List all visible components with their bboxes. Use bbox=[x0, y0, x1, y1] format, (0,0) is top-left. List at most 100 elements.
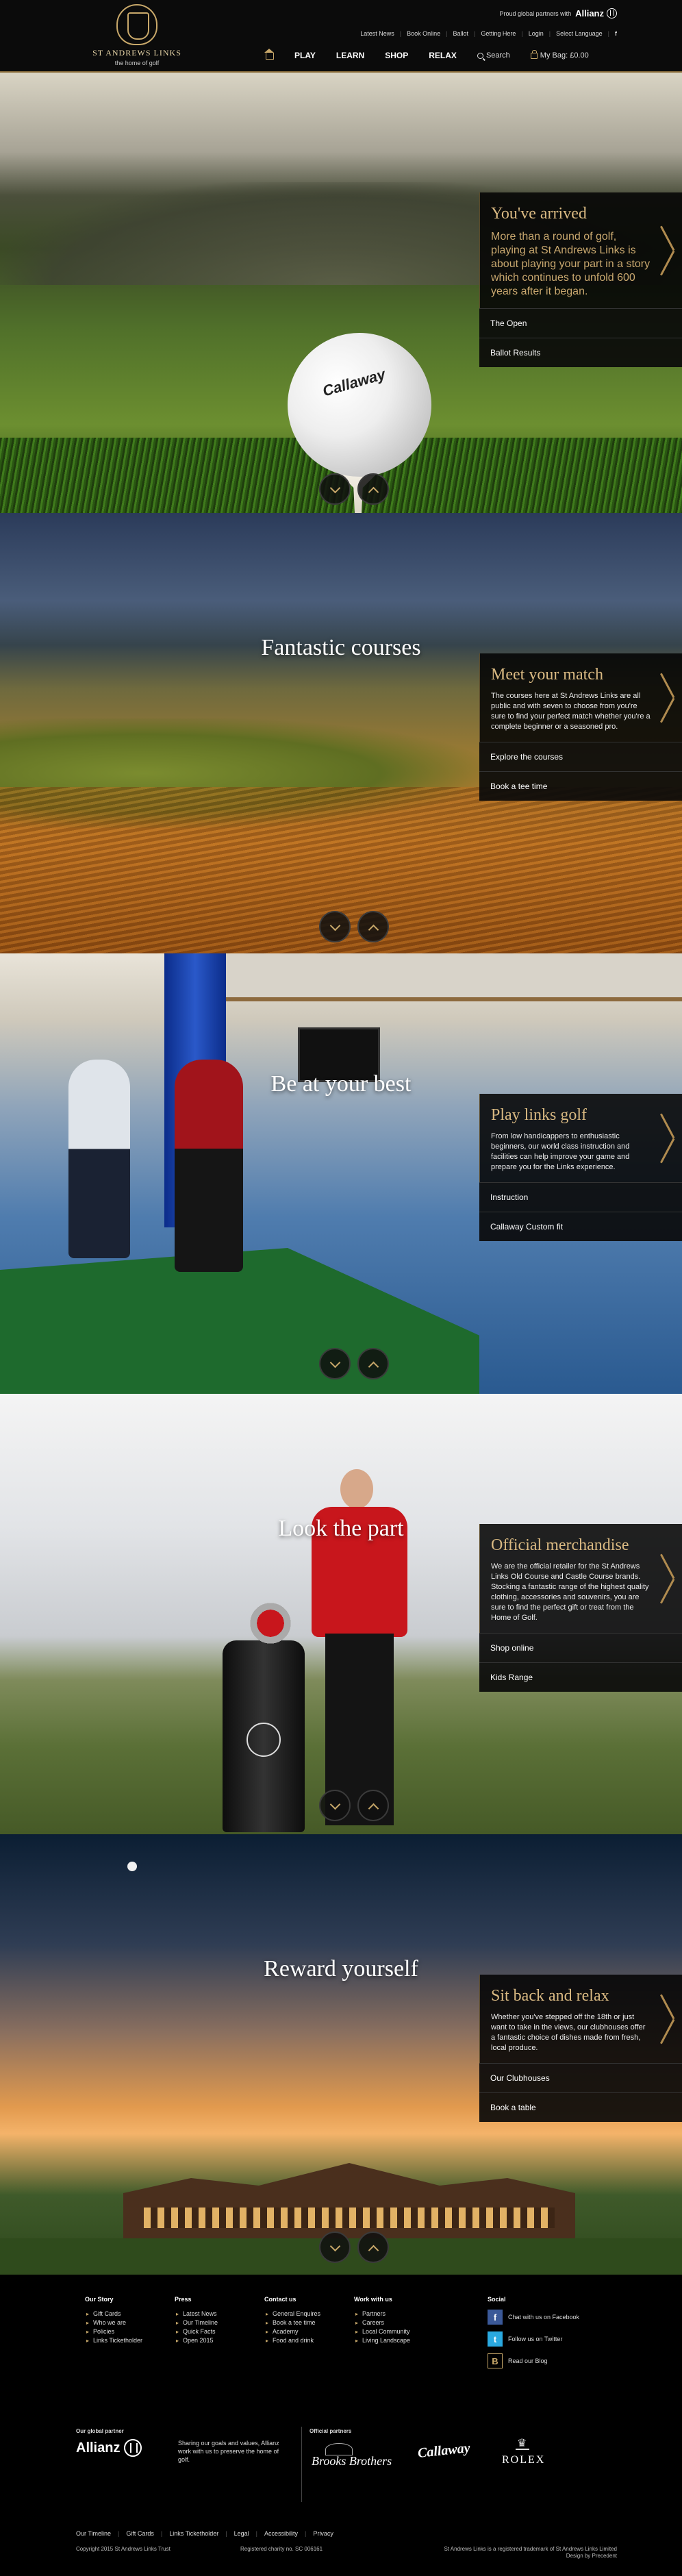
footer-link[interactable]: General Enquires bbox=[264, 2310, 320, 2318]
scroll-up-button[interactable] bbox=[357, 2231, 389, 2263]
divider: | bbox=[399, 30, 402, 37]
bag-icon bbox=[530, 49, 538, 59]
footer-col-contact: Contact us General Enquires Book a tee t… bbox=[264, 2295, 320, 2345]
footer-link[interactable]: Partners bbox=[354, 2310, 410, 2318]
panel-link-explore-courses[interactable]: Explore the courses bbox=[479, 742, 682, 771]
partner-line: Proud global partners with Allianz bbox=[500, 8, 617, 18]
footer-col-heading: Work with us bbox=[354, 2296, 392, 2303]
brooks-brothers-logo[interactable]: Brooks Brothers bbox=[312, 2454, 392, 2468]
footer-link[interactable]: Open 2015 bbox=[175, 2336, 218, 2345]
scroll-down-button[interactable] bbox=[319, 2231, 351, 2263]
divider: | bbox=[474, 30, 476, 37]
chevron-down-icon bbox=[329, 2240, 341, 2252]
chevron-up-icon bbox=[368, 486, 379, 498]
legal-link-legal[interactable]: Legal bbox=[234, 2530, 249, 2537]
footer-link[interactable]: Gift Cards bbox=[85, 2310, 142, 2318]
nav-relax[interactable]: RELAX bbox=[429, 51, 457, 60]
divider bbox=[301, 2427, 302, 2502]
utility-link-select-language[interactable]: Select Language bbox=[556, 30, 603, 37]
footer-link[interactable]: Local Community bbox=[354, 2327, 410, 2336]
panel-header[interactable]: Official merchandise We are the official… bbox=[479, 1524, 682, 1633]
section-arrows bbox=[319, 911, 389, 942]
facebook-icon[interactable]: f bbox=[615, 30, 617, 37]
legal-link-gift-cards[interactable]: Gift Cards bbox=[126, 2530, 154, 2537]
official-partners-label: Official partners bbox=[310, 2428, 352, 2434]
nav-shop[interactable]: SHOP bbox=[385, 51, 408, 60]
footer-link[interactable]: Living Landscape bbox=[354, 2336, 410, 2345]
panel-heading: Play links golf bbox=[491, 1106, 588, 1124]
callaway-logo[interactable]: Callaway bbox=[417, 2440, 471, 2462]
panel-heading: Official merchandise bbox=[491, 1536, 629, 1554]
global-partner-label: Our global partner bbox=[76, 2428, 124, 2434]
scroll-down-button[interactable] bbox=[319, 911, 351, 942]
nav-play[interactable]: PLAY bbox=[294, 51, 316, 60]
chevron-right-icon bbox=[659, 674, 675, 722]
panel-link-instruction[interactable]: Instruction bbox=[479, 1182, 682, 1212]
social-blog-link[interactable]: B Read our Blog bbox=[488, 2353, 579, 2368]
footer-link[interactable]: Who we are bbox=[85, 2318, 142, 2327]
legal-link-timeline[interactable]: Our Timeline bbox=[76, 2530, 111, 2537]
panel-link-the-open[interactable]: The Open bbox=[479, 308, 682, 338]
nav-learn[interactable]: LEARN bbox=[336, 51, 364, 60]
scroll-up-button[interactable] bbox=[357, 473, 389, 505]
footer-link[interactable]: Latest News bbox=[175, 2310, 218, 2318]
social-twitter-link[interactable]: t Follow us on Twitter bbox=[488, 2331, 579, 2347]
site-logo[interactable]: ST ANDREWS LINKS the home of golf bbox=[89, 4, 185, 66]
divider: | bbox=[255, 2530, 257, 2537]
footer-link[interactable]: Academy bbox=[264, 2327, 320, 2336]
footer-link[interactable]: Links Ticketholder bbox=[85, 2336, 142, 2345]
search-link[interactable]: Search bbox=[477, 51, 510, 60]
panel-link-our-clubhouses[interactable]: Our Clubhouses bbox=[479, 2063, 682, 2092]
design-credit-link[interactable]: Design by Precedent bbox=[566, 2553, 617, 2559]
divider: | bbox=[118, 2530, 120, 2537]
home-icon[interactable] bbox=[264, 49, 274, 60]
footer-link[interactable]: Book a tee time bbox=[264, 2318, 320, 2327]
scroll-up-button[interactable] bbox=[357, 1790, 389, 1821]
panel-link-callaway-custom-fit[interactable]: Callaway Custom fit bbox=[479, 1212, 682, 1241]
legal-link-privacy[interactable]: Privacy bbox=[313, 2530, 333, 2537]
legal-link-ticketholder[interactable]: Links Ticketholder bbox=[169, 2530, 218, 2537]
scroll-down-button[interactable] bbox=[319, 1790, 351, 1821]
panel-link-book-table[interactable]: Book a table bbox=[479, 2092, 682, 2122]
scroll-up-button[interactable] bbox=[357, 1348, 389, 1379]
utility-link-ballot[interactable]: Ballot bbox=[453, 30, 468, 37]
scroll-down-button[interactable] bbox=[319, 1348, 351, 1379]
panel-header[interactable]: Play links golf From low handicappers to… bbox=[479, 1094, 682, 1182]
panel-header[interactable]: Meet your match The courses here at St A… bbox=[479, 653, 682, 742]
site-header: ST ANDREWS LINKS the home of golf Proud … bbox=[0, 0, 682, 73]
allianz-partner-logo[interactable]: Allianz bbox=[76, 2439, 142, 2457]
section-merchandise: Look the part Official merchandise We ar… bbox=[0, 1394, 682, 1834]
footer-col-work: Work with us Partners Careers Local Comm… bbox=[354, 2295, 410, 2345]
footer-link[interactable]: Our Timeline bbox=[175, 2318, 218, 2327]
footer-link[interactable]: Quick Facts bbox=[175, 2327, 218, 2336]
utility-link-login[interactable]: Login bbox=[529, 30, 544, 37]
scroll-down-button[interactable] bbox=[319, 473, 351, 505]
panel-header[interactable]: Sit back and relax Whether you've steppe… bbox=[479, 1975, 682, 2063]
crest-icon bbox=[116, 4, 157, 45]
info-panel: Meet your match The courses here at St A… bbox=[479, 653, 682, 801]
footer-link[interactable]: Policies bbox=[85, 2327, 142, 2336]
section-instruction: Be at your best Play links golf From low… bbox=[0, 953, 682, 1394]
section-arrows bbox=[319, 1790, 389, 1821]
allianz-logo[interactable]: Allianz bbox=[575, 8, 617, 18]
utility-link-getting-here[interactable]: Getting Here bbox=[481, 30, 516, 37]
rolex-logo[interactable]: ROLEX bbox=[502, 2454, 545, 2466]
chevron-right-icon bbox=[659, 1555, 675, 1603]
trademark-text: St Andrews Links is a registered tradema… bbox=[444, 2546, 617, 2552]
my-bag-link[interactable]: My Bag: £0.00 bbox=[530, 49, 589, 60]
utility-link-book-online[interactable]: Book Online bbox=[407, 30, 440, 37]
panel-link-ballot-results[interactable]: Ballot Results bbox=[479, 338, 682, 367]
footer-col-heading: Press bbox=[175, 2296, 192, 2303]
panel-link-shop-online[interactable]: Shop online bbox=[479, 1633, 682, 1662]
legal-link-accessibility[interactable]: Accessibility bbox=[264, 2530, 298, 2537]
scroll-up-button[interactable] bbox=[357, 911, 389, 942]
panel-header[interactable]: You've arrived More than a round of golf… bbox=[479, 192, 682, 308]
footer-link[interactable]: Careers bbox=[354, 2318, 410, 2327]
panel-link-kids-range[interactable]: Kids Range bbox=[479, 1662, 682, 1692]
footer-link[interactable]: Food and drink bbox=[264, 2336, 320, 2345]
utility-link-latest-news[interactable]: Latest News bbox=[360, 30, 394, 37]
panel-link-book-tee-time[interactable]: Book a tee time bbox=[479, 771, 682, 801]
section-clubhouses: Reward yourself Sit back and relax Wheth… bbox=[0, 1834, 682, 2275]
social-facebook-link[interactable]: f Chat with us on Facebook bbox=[488, 2310, 579, 2325]
divider: | bbox=[160, 2530, 163, 2537]
